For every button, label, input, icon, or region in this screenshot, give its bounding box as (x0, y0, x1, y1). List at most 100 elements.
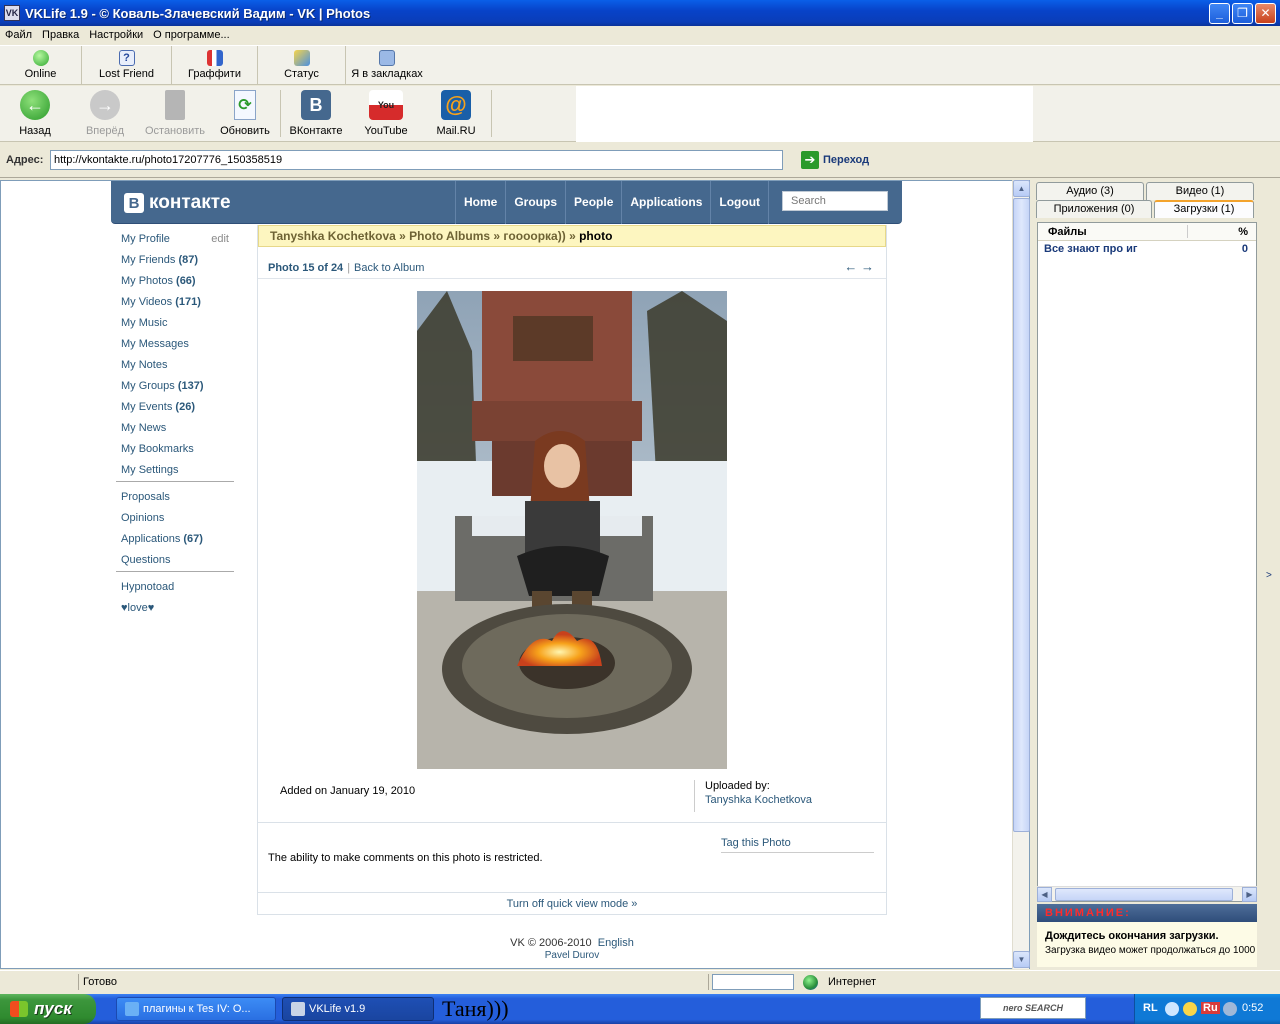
nav-hypnotoad[interactable]: Hypnotoad (121, 581, 234, 602)
nav-opinions[interactable]: Opinions (121, 512, 234, 533)
lost-friend-button[interactable]: ? Lost Friend (82, 46, 172, 84)
nav-applications[interactable]: Applications (67) (121, 533, 234, 554)
nav-my-news[interactable]: My News (121, 422, 234, 443)
nav-my-friends[interactable]: My Friends (87) (121, 254, 234, 275)
menu-bar: Файл Правка Настройки О программе... (0, 26, 1280, 44)
vertical-scrollbar[interactable]: ▲ ▼ (1012, 180, 1030, 969)
nav-my-events[interactable]: My Events (26) (121, 401, 234, 422)
nav-applications[interactable]: Applications (621, 181, 710, 224)
nav-home[interactable]: Home (455, 181, 505, 224)
scroll-left-icon[interactable]: ◀ (1037, 887, 1052, 902)
mailru-button[interactable]: @ Mail.RU (421, 86, 491, 141)
tray-network-icon[interactable] (1223, 1002, 1237, 1016)
author-link[interactable]: Pavel Durov (257, 950, 887, 961)
nav-my-music[interactable]: My Music (121, 317, 234, 338)
online-icon (32, 50, 49, 66)
nav-my-messages[interactable]: My Messages (121, 338, 234, 359)
status-button[interactable]: Статус (258, 46, 346, 84)
address-input[interactable] (50, 150, 783, 170)
scroll-thumb[interactable] (1013, 198, 1030, 832)
photo-view: Tanyshka Kochetkova » Photo Albums » гoo… (257, 225, 887, 915)
vk-nav: Home Groups People Applications Logout (455, 181, 770, 224)
tag-photo-link[interactable]: Tag this Photo (721, 837, 874, 853)
nero-search-box[interactable]: nero SEARCH (980, 997, 1086, 1019)
english-link[interactable]: English (598, 937, 634, 949)
nav-my-videos[interactable]: My Videos (171) (121, 296, 234, 317)
refresh-button[interactable]: ⟳ Обновить (210, 86, 280, 141)
scroll-down-icon[interactable]: ▼ (1013, 951, 1030, 968)
start-button[interactable]: пуск (0, 994, 96, 1024)
language-indicator[interactable]: RL (1143, 1002, 1158, 1014)
status-icon (293, 50, 310, 66)
vk-button[interactable]: B ВКонтакте (281, 86, 351, 141)
go-button[interactable]: ➔ Переход (801, 151, 869, 169)
window-title: VKLife 1.9 - © Коваль-Злачевский Вадим -… (25, 5, 371, 21)
col-percent[interactable]: % (1238, 226, 1248, 238)
nav-questions[interactable]: Questions (121, 554, 234, 571)
vk-search-input[interactable]: Search (782, 191, 888, 211)
tab-applications[interactable]: Приложения (0) (1036, 200, 1152, 218)
nav-my-settings[interactable]: My Settings (121, 464, 234, 481)
menu-settings[interactable]: Настройки (84, 29, 148, 41)
breadcrumb-current: photo (579, 229, 613, 243)
forward-button[interactable]: → Вперёд (70, 86, 140, 141)
taskbar-item-browser[interactable]: плагины к Tes IV: O... (116, 997, 276, 1021)
bookmark-button[interactable]: Я в закладках (346, 46, 428, 84)
uploader-link[interactable]: Tanyshka Kochetkova (705, 794, 812, 806)
downloads-panel: Аудио (3) Видео (1) Приложения (0) Загру… (1033, 180, 1259, 969)
menu-file[interactable]: Файл (0, 29, 37, 41)
edit-profile-link[interactable]: edit (211, 233, 229, 245)
tab-audio[interactable]: Аудио (3) (1036, 182, 1144, 200)
zone-text: Интернет (828, 976, 876, 988)
scroll-right-icon[interactable]: ▶ (1242, 887, 1257, 902)
nav-my-notes[interactable]: My Notes (121, 359, 234, 380)
minimize-button[interactable]: _ (1209, 2, 1230, 24)
nav-proposals[interactable]: Proposals (121, 491, 234, 512)
breadcrumb-albums[interactable]: Photo Albums (409, 229, 490, 243)
close-button[interactable]: ✕ (1255, 2, 1276, 24)
vk-logo[interactable]: В контакте (124, 192, 231, 214)
expand-arrow-icon[interactable]: > (1266, 570, 1272, 581)
taskbar-item-vklife[interactable]: VKLife v1.9 (282, 997, 434, 1021)
tab-downloads[interactable]: Загрузки (1) (1154, 200, 1254, 218)
overlay-text: Таня))) (442, 996, 509, 1021)
panel-collapse-strip: > (1260, 180, 1280, 969)
maximize-button[interactable]: ❐ (1232, 2, 1253, 24)
tray-language-icon[interactable]: Ru (1201, 1002, 1220, 1014)
quick-view-toggle[interactable]: Turn off quick view mode » (258, 892, 886, 916)
photo-nav-arrows[interactable]: ← → (844, 259, 874, 274)
back-to-album-link[interactable]: Back to Album (354, 262, 424, 274)
back-button[interactable]: ← Назад (0, 86, 70, 141)
stop-button[interactable]: Остановить (140, 86, 210, 141)
col-files[interactable]: Файлы (1048, 226, 1087, 238)
breadcrumb-owner[interactable]: Tanyshka Kochetkova (270, 229, 396, 243)
menu-edit[interactable]: Правка (37, 29, 84, 41)
nav-my-bookmarks[interactable]: My Bookmarks (121, 443, 234, 464)
horizontal-scrollbar[interactable]: ◀ ▶ (1037, 886, 1257, 902)
nav-people[interactable]: People (565, 181, 621, 224)
scroll-up-icon[interactable]: ▲ (1013, 180, 1030, 197)
hscroll-thumb[interactable] (1055, 888, 1233, 901)
photo-image[interactable] (417, 291, 727, 769)
nav-my-photos[interactable]: My Photos (66) (121, 275, 234, 296)
title-bar: VK VKLife 1.9 - © Коваль-Злачевский Вади… (0, 0, 1280, 26)
toolbar-browser: ← Назад → Вперёд Остановить ⟳ Обновить B… (0, 86, 1280, 142)
warning-title: ВНИМАНИЕ: (1037, 904, 1257, 922)
nav-logout[interactable]: Logout (710, 181, 770, 224)
breadcrumb-album[interactable]: гooooрка)) (503, 229, 565, 243)
online-button[interactable]: Online (0, 46, 82, 84)
graffiti-button[interactable]: Граффити (172, 46, 258, 84)
vk-icon: B (301, 90, 331, 120)
help-icon: ? (118, 50, 135, 66)
tray-smiley-icon[interactable] (1183, 1002, 1197, 1016)
youtube-button[interactable]: You YouTube (351, 86, 421, 141)
nav-my-profile[interactable]: My Profile edit (121, 233, 234, 254)
nav-groups[interactable]: Groups (505, 181, 565, 224)
menu-about[interactable]: О программе... (148, 29, 234, 41)
tray-arrow-icon[interactable] (1165, 1002, 1179, 1016)
list-item[interactable]: Все знают про иг 0 (1038, 241, 1256, 257)
tab-video[interactable]: Видео (1) (1146, 182, 1254, 200)
app-icon: VK (4, 5, 20, 21)
nav-my-groups[interactable]: My Groups (137) (121, 380, 234, 401)
nav-love[interactable]: ♥love♥ (121, 602, 234, 623)
